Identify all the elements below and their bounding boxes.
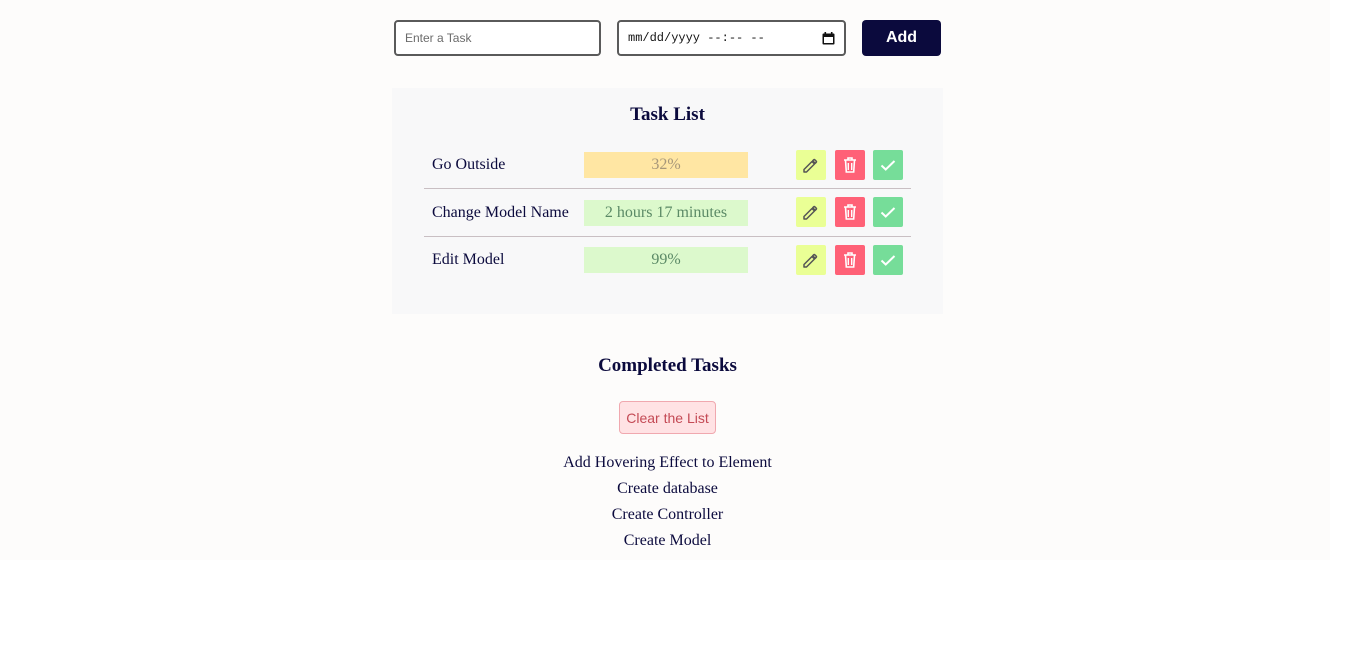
delete-button[interactable] <box>835 245 865 275</box>
edit-button[interactable] <box>796 197 826 227</box>
task-name: Edit Model <box>432 250 505 268</box>
completed-task-item: Add Hovering Effect to Element <box>563 454 772 471</box>
completed-task-item: Create database <box>617 480 718 497</box>
trash-icon <box>844 204 856 220</box>
completed-tasks-title: Completed Tasks <box>598 355 737 376</box>
clear-list-button[interactable]: Clear the List <box>619 401 716 434</box>
trash-icon <box>844 157 856 173</box>
completed-task-item: Create Controller <box>611 506 724 523</box>
pencil-icon <box>803 253 818 268</box>
delete-button[interactable] <box>835 150 865 180</box>
checkmark-icon <box>880 160 896 171</box>
task-name: Go Outside <box>432 155 506 173</box>
task-progress-badge: 32% <box>584 152 748 178</box>
edit-button[interactable] <box>796 245 826 275</box>
completed-task-item: Create Model <box>623 532 712 549</box>
task-row: Edit Model 99% <box>424 236 911 283</box>
delete-button[interactable] <box>835 197 865 227</box>
complete-button[interactable] <box>873 245 903 275</box>
checkmark-icon <box>880 207 896 218</box>
task-time-badge: 2 hours 17 minutes <box>584 200 748 226</box>
date-time-input[interactable]: mm/dd/yyyy --:-- -- <box>617 20 846 56</box>
edit-button[interactable] <box>796 150 826 180</box>
task-row: Change Model Name 2 hours 17 minutes <box>424 189 911 237</box>
task-row: Go Outside 32% <box>424 141 911 189</box>
task-progress-badge: 99% <box>584 247 748 273</box>
date-placeholder: mm/dd/yyyy --:-- -- <box>628 31 765 45</box>
complete-button[interactable] <box>873 197 903 227</box>
add-task-form: mm/dd/yyyy --:-- -- Add <box>394 20 942 56</box>
complete-button[interactable] <box>873 150 903 180</box>
task-list-title: Task List <box>630 104 705 125</box>
add-button[interactable]: Add <box>862 20 941 56</box>
pencil-icon <box>803 205 818 220</box>
calendar-icon[interactable] <box>822 31 835 45</box>
checkmark-icon <box>880 255 896 266</box>
pencil-icon <box>803 158 818 173</box>
task-input[interactable] <box>394 20 601 56</box>
trash-icon <box>844 252 856 268</box>
task-list-panel: Task List Go Outside 32% Change Model Na… <box>392 88 943 314</box>
task-name: Change Model Name <box>432 203 569 221</box>
